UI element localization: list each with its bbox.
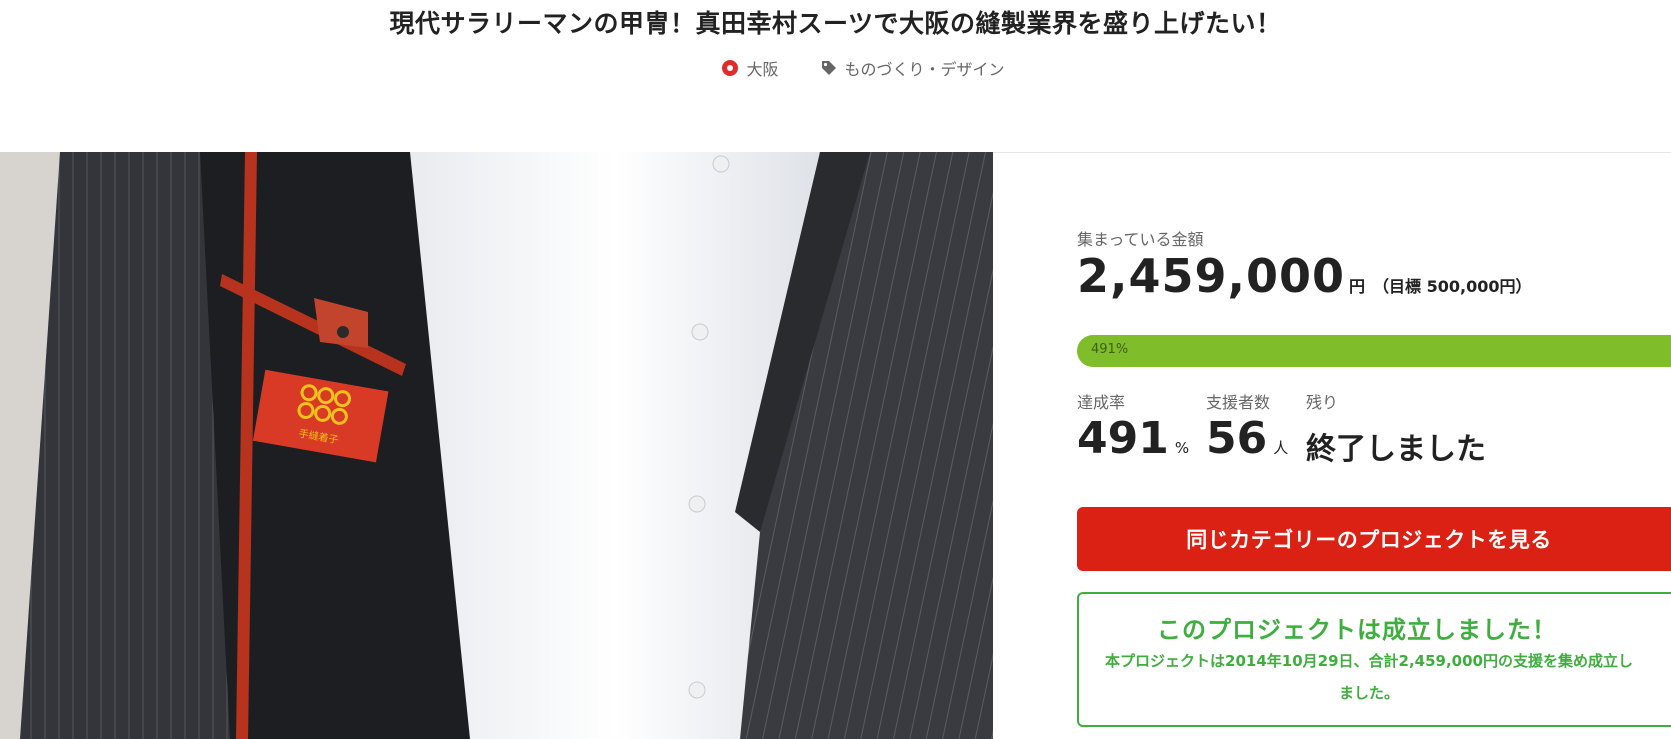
- raised-label: 集まっている金額: [1077, 230, 1204, 249]
- raised-unit: 円: [1349, 277, 1366, 296]
- remaining-label: 残り: [1306, 393, 1339, 412]
- project-meta: 大阪 ものづくり・デザイン: [0, 56, 1671, 80]
- backers-count: 56 人: [1206, 413, 1288, 464]
- achievement-rate-unit: %: [1174, 439, 1190, 457]
- achievement-rate-value: 491: [1077, 413, 1169, 464]
- raised-amount-row: 2,459,000 円 （目標 500,000円）: [1077, 249, 1531, 303]
- achievement-rate-label: 達成率: [1077, 393, 1126, 412]
- project-main-image: 手縫着子: [0, 152, 993, 739]
- remaining-value: 終了しました: [1306, 432, 1486, 467]
- backers-unit: 人: [1273, 439, 1289, 457]
- progress-text: 491%: [1091, 342, 1129, 357]
- achievement-rate: 491 %: [1077, 413, 1189, 464]
- location-link[interactable]: 大阪: [722, 56, 779, 80]
- suit-photo-illustration: 手縫着子: [0, 152, 993, 739]
- funding-panel: 集まっている金額 2,459,000 円 （目標 500,000円） 491% …: [993, 152, 1671, 739]
- success-title: このプロジェクトは成立しました！: [1157, 616, 1557, 644]
- category-link[interactable]: ものづくり・デザイン: [821, 56, 1005, 80]
- tag-icon: [821, 61, 836, 75]
- success-message: 本プロジェクトは2014年10月29日、合計2,459,000円の支援を集め成立…: [1105, 652, 1633, 702]
- progress-fill: [1077, 335, 1671, 367]
- same-category-projects-button[interactable]: 同じカテゴリーのプロジェクトを見る: [1077, 507, 1671, 571]
- backers-value: 56: [1206, 413, 1268, 464]
- category-label: ものづくり・デザイン: [844, 60, 1005, 79]
- project-title: 現代サラリーマンの甲冑！真田幸村スーツで大阪の縫製業界を盛り上げたい！: [389, 9, 1282, 38]
- raised-amount: 2,459,000: [1077, 249, 1345, 303]
- location-label: 大阪: [746, 60, 779, 79]
- progress-bar: 491%: [1077, 335, 1671, 367]
- project-header: 現代サラリーマンの甲冑！真田幸村スーツで大阪の縫製業界を盛り上げたい！ 大阪 も…: [0, 0, 1671, 152]
- map-pin-icon: [722, 60, 739, 76]
- project-success-box: このプロジェクトは成立しました！ 本プロジェクトは2014年10月29日、合計2…: [1077, 592, 1671, 727]
- backers-label: 支援者数: [1206, 393, 1271, 412]
- goal-amount: （目標 500,000円）: [1373, 277, 1532, 296]
- remaining-status: 終了しました: [1306, 424, 1486, 468]
